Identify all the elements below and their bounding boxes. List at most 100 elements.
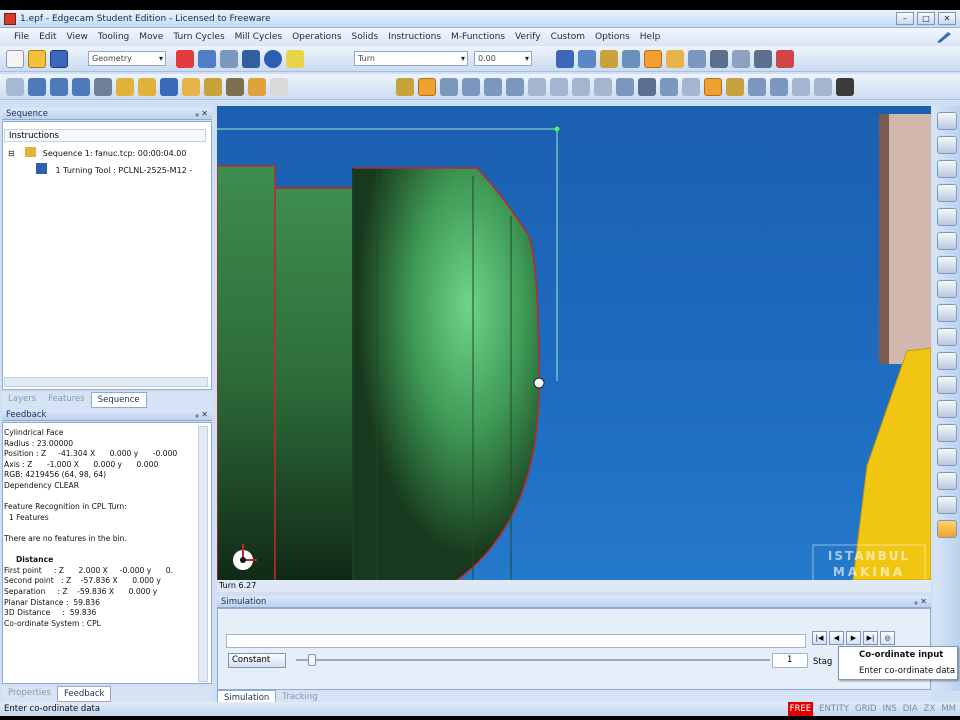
tab-properties[interactable]: Properties — [2, 686, 57, 702]
grid-icon[interactable] — [754, 50, 772, 68]
vertical-scrollbar[interactable] — [198, 426, 208, 682]
menu-tooling[interactable]: Tooling — [98, 32, 129, 42]
geometry-combo[interactable]: Geometry — [88, 51, 166, 66]
selection-point[interactable] — [554, 126, 560, 132]
speed-slider-thumb[interactable] — [308, 654, 316, 666]
side-view-icon[interactable] — [936, 184, 957, 202]
rotate-icon[interactable] — [688, 50, 706, 68]
pocket-icon[interactable] — [572, 78, 590, 96]
rewind-button[interactable]: |◀ — [812, 631, 827, 645]
pin-close-icon[interactable]: ᵩ ✕ — [195, 108, 208, 120]
tool-icon[interactable] — [622, 50, 640, 68]
menu-item-enter-coordinate-data[interactable]: Enter co-ordinate data — [839, 663, 957, 679]
status-free[interactable]: FREE — [787, 702, 814, 716]
turret-view-icon[interactable] — [936, 352, 957, 370]
clock-icon[interactable] — [814, 78, 832, 96]
zoom-view-icon[interactable] — [936, 208, 957, 226]
thread-icon[interactable] — [270, 78, 288, 96]
maximize-button[interactable]: □ — [917, 12, 935, 25]
radius-icon[interactable] — [550, 78, 568, 96]
title-bar[interactable]: 1.epf - Edgecam Student Edition - Licens… — [0, 10, 960, 28]
cpl-combo[interactable]: Turn — [354, 51, 468, 66]
new-file-icon[interactable] — [6, 50, 24, 68]
menu-view[interactable]: View — [67, 32, 88, 42]
cylinder-view-icon[interactable] — [936, 232, 957, 250]
zoom-button[interactable]: ◎ — [880, 631, 895, 645]
collapse-icon[interactable]: ⊟ — [8, 149, 15, 158]
measure-view-icon[interactable] — [936, 496, 957, 514]
tool-change-icon[interactable] — [204, 78, 222, 96]
part-off-icon[interactable] — [506, 78, 524, 96]
rough-turn-icon[interactable] — [226, 78, 244, 96]
menu-move[interactable]: Move — [139, 32, 163, 42]
menu-help[interactable]: Help — [640, 32, 661, 42]
save-icon[interactable] — [50, 50, 68, 68]
slot-icon[interactable] — [616, 78, 634, 96]
section-view-icon[interactable] — [936, 304, 957, 322]
tab-features[interactable]: Features — [42, 392, 91, 408]
part-shoulder-mid[interactable] — [274, 187, 354, 580]
pin-close-icon[interactable]: ᵩ ✕ — [195, 409, 208, 421]
delete-icon[interactable] — [242, 50, 260, 68]
constant-button[interactable]: Constant — [228, 653, 286, 668]
tab-feedback[interactable]: Feedback — [56, 686, 112, 702]
point-tool-icon[interactable] — [6, 78, 24, 96]
return-icon[interactable] — [836, 78, 854, 96]
status-entity[interactable]: ENTITY — [819, 702, 849, 716]
simulation-progress-track[interactable] — [226, 634, 806, 648]
menu-mill-cycles[interactable]: Mill Cycles — [235, 32, 282, 42]
zigzag-icon[interactable] — [770, 78, 788, 96]
menu-solids[interactable]: Solids — [352, 32, 379, 42]
status-grid[interactable]: GRID — [855, 702, 877, 716]
simulate-icon[interactable] — [704, 78, 722, 96]
cube-tool-icon[interactable] — [94, 78, 112, 96]
status-ins[interactable]: INS — [883, 702, 897, 716]
menu-verify[interactable]: Verify — [515, 32, 541, 42]
line-tool-icon[interactable] — [28, 78, 46, 96]
step-back-button[interactable]: ◀ — [829, 631, 844, 645]
wire-view-icon[interactable] — [936, 280, 957, 298]
face-cycle-icon[interactable] — [396, 78, 414, 96]
status-zx[interactable]: ZX — [924, 702, 936, 716]
fast-forward-button[interactable]: ▶| — [863, 631, 878, 645]
tool-view-icon[interactable] — [936, 328, 957, 346]
tool-tree-row[interactable]: 1 Turning Tool : PCLNL-2525-M12 - — [36, 163, 192, 175]
speed-slider-track[interactable] — [296, 659, 770, 661]
chuck-view-icon[interactable] — [936, 400, 957, 418]
move-icon[interactable] — [638, 78, 656, 96]
angle-icon[interactable] — [660, 78, 678, 96]
feature-tool-icon[interactable] — [116, 78, 134, 96]
shade-view-icon[interactable] — [936, 256, 957, 274]
snap-icon[interactable] — [732, 50, 750, 68]
menu-m-functions[interactable]: M-Functions — [451, 32, 505, 42]
play-button[interactable]: ▶ — [846, 631, 861, 645]
xyz-input-icon[interactable] — [936, 520, 957, 538]
chamfer-icon[interactable] — [528, 78, 546, 96]
menu-options[interactable]: Options — [595, 32, 630, 42]
sequence-tree-row[interactable]: ⊟ Sequence 1: fanuc.tcp: 00:00:04.00 — [8, 147, 186, 158]
curve-icon[interactable] — [776, 50, 794, 68]
fit-view-icon[interactable] — [936, 448, 957, 466]
part-shoulder-rear[interactable] — [217, 165, 276, 580]
graphics-viewport[interactable]: ISTANBUL MAKINA — [217, 106, 931, 580]
stage-spinner[interactable]: 1 — [772, 653, 808, 668]
cycle-tool-icon[interactable] — [138, 78, 156, 96]
edgecam-app-icon[interactable] — [4, 13, 16, 25]
undo-icon[interactable] — [198, 50, 216, 68]
menu-turn-cycles[interactable]: Turn Cycles — [173, 32, 224, 42]
menu-instructions[interactable]: Instructions — [388, 32, 441, 42]
insert-tool-icon[interactable] — [182, 78, 200, 96]
pan-icon[interactable] — [710, 50, 728, 68]
groove-cycle-icon[interactable] — [418, 78, 436, 96]
open-folder-icon[interactable] — [28, 50, 46, 68]
gear-icon[interactable] — [600, 50, 618, 68]
pin-close-icon[interactable]: ᵩ ✕ — [914, 596, 927, 608]
pointer-icon[interactable] — [578, 50, 596, 68]
bore-cycle-icon[interactable] — [484, 78, 502, 96]
help-pointer-icon[interactable] — [286, 50, 304, 68]
coordinate-icon[interactable] — [556, 50, 574, 68]
info-icon[interactable] — [264, 50, 282, 68]
close-button[interactable]: ✕ — [938, 12, 956, 25]
tab-layers[interactable]: Layers — [2, 392, 42, 408]
depth-value-combo[interactable]: 0.00 — [474, 51, 532, 66]
